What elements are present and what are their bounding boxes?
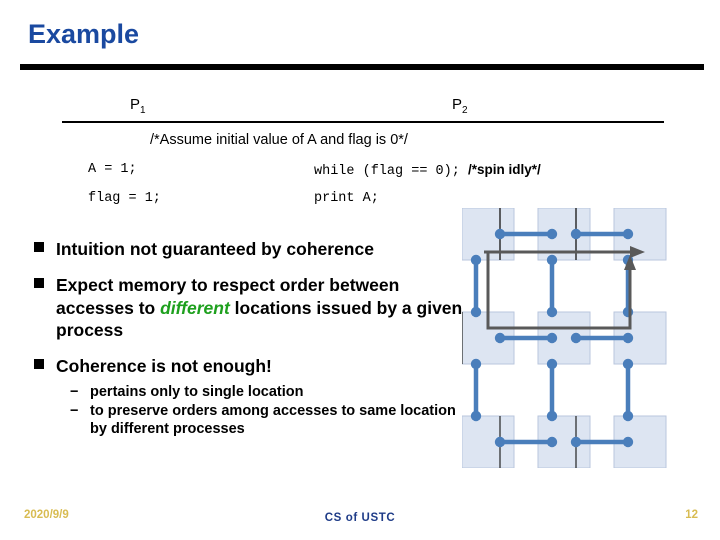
bullet-item-3: Coherence is not enough!	[32, 355, 464, 378]
title-divider	[20, 64, 704, 70]
process-label-p1-text: P	[130, 96, 141, 113]
process-label-p1-sub: 1	[140, 105, 146, 116]
footer-organization: CS of USTC	[324, 512, 396, 524]
process-header-divider	[62, 121, 664, 123]
process-label-p2-text: P	[452, 96, 463, 113]
code-cell-p1-line2: flag = 1;	[88, 191, 161, 206]
square-bullet-icon	[34, 277, 44, 288]
code-cell-p2-line1: while (flag == 0); /*spin idly*/	[314, 162, 541, 179]
footer-page-number: 12	[685, 509, 698, 521]
square-bullet-icon	[34, 242, 44, 252]
bullet-item-1-text: Intuition not guaranteed by coherence	[56, 239, 374, 259]
bullet-item-3-sublist: − pertains only to single location − to pr…	[32, 384, 464, 439]
process-label-p2-sub: 2	[462, 105, 468, 116]
sub-bullet-item-1: − pertains only to single location	[32, 384, 464, 402]
process-label-p2: P2	[452, 96, 468, 116]
code-cell-p2-line2: print A;	[314, 191, 379, 206]
dash-bullet-icon: −	[70, 403, 79, 420]
code-assumption-comment: /*Assume initial value of A and flag is …	[150, 132, 408, 148]
mesh-network-decoration	[462, 208, 667, 468]
bullet-item-2-emphasis: different	[160, 297, 230, 318]
mesh-cells	[462, 208, 667, 468]
sub-bullet-item-2: − to preserve orders among accesses to sa…	[32, 403, 464, 438]
bullet-item-3-text: Coherence is not enough!	[56, 356, 272, 376]
bullet-item-2: Expect memory to respect order between a…	[32, 274, 464, 342]
code-cell-p2-line1-text: while (flag == 0);	[314, 164, 468, 179]
dash-bullet-icon: −	[70, 383, 79, 400]
slide-canvas: Example P1 P2 /*Assume initial value of …	[0, 0, 720, 540]
sub-bullet-item-1-text: pertains only to single location	[90, 383, 304, 400]
square-bullet-icon	[34, 359, 44, 369]
process-label-p1: P1	[130, 96, 146, 116]
bullet-list: Intuition not guaranteed by coherence Ex…	[32, 238, 464, 441]
page-title: Example	[28, 19, 140, 49]
code-cell-p1-line1: A = 1;	[88, 162, 137, 177]
process-header: P1 P2	[62, 96, 664, 126]
bullet-item-1: Intuition not guaranteed by coherence	[32, 238, 464, 261]
sub-bullet-item-2-text: to preserve orders among accesses to sam…	[90, 403, 456, 438]
code-inline-comment-spin-idly: /*spin idly*/	[467, 162, 541, 177]
